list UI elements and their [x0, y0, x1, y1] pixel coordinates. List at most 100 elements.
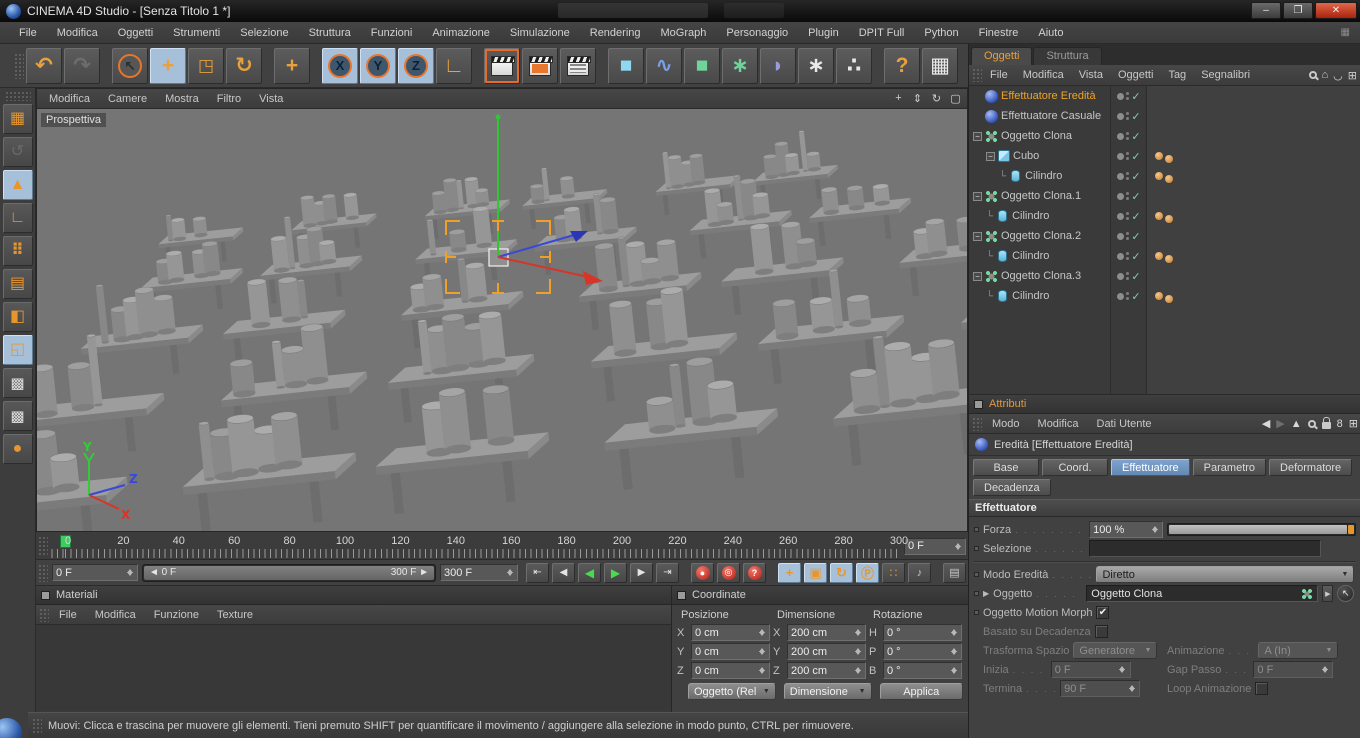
editor-visibility-dot-icon[interactable]: [1117, 292, 1125, 300]
attributes-menu-dati-utente[interactable]: Dati Utente: [1089, 416, 1160, 432]
start-stepper[interactable]: [1118, 664, 1127, 676]
render-visibility-dots-icon[interactable]: [1126, 152, 1130, 160]
pan-icon[interactable]: +: [891, 92, 906, 105]
viewport-menu-modifica[interactable]: Modifica: [41, 91, 98, 107]
enabled-checkmark-icon[interactable]: ✓: [1131, 110, 1140, 123]
materials-menu-file[interactable]: File: [51, 607, 85, 623]
attribute-tab-coord[interactable]: Coord.: [1042, 459, 1108, 476]
render-settings-button[interactable]: [522, 47, 558, 84]
enabled-checkmark-icon[interactable]: ✓: [1131, 170, 1140, 183]
position-stepper[interactable]: [757, 646, 766, 658]
menu-item-strumenti[interactable]: Strumenti: [164, 24, 229, 42]
visibility-toggles[interactable]: ✓: [1111, 90, 1147, 103]
attribute-tab-parametro[interactable]: Parametro: [1192, 459, 1267, 476]
tree-item-effettuatore-casuale[interactable]: Effettuatore Casuale: [969, 109, 1111, 123]
object-manager-grip[interactable]: [972, 68, 982, 82]
position-x-field[interactable]: 0 cm: [691, 624, 770, 641]
make-editable-button[interactable]: ▦: [2, 104, 33, 134]
attributes-grip[interactable]: [972, 416, 982, 431]
visibility-toggles[interactable]: ✓: [1111, 150, 1147, 163]
menu-item-personaggio[interactable]: Personaggio: [717, 24, 797, 42]
attribute-tab-decadenza[interactable]: Decadenza: [973, 479, 1051, 496]
enabled-checkmark-icon[interactable]: ✓: [1131, 150, 1140, 163]
phong-tag-icon[interactable]: [1165, 294, 1173, 303]
layer-filter-icon[interactable]: ◡: [1333, 69, 1343, 82]
key-scale-button[interactable]: ▣: [804, 562, 827, 583]
phong-tag-icon[interactable]: [1155, 292, 1163, 300]
render-view-button[interactable]: [484, 47, 520, 84]
menu-item-struttura[interactable]: Struttura: [300, 24, 360, 42]
editor-visibility-dot-icon[interactable]: [1117, 192, 1125, 200]
menu-item-animazione[interactable]: Animazione: [423, 24, 498, 42]
visibility-toggles[interactable]: ✓: [1111, 270, 1147, 283]
expander-icon[interactable]: −: [986, 151, 995, 161]
points-mode-button[interactable]: ⠿: [2, 236, 33, 266]
subdivision-surface-button[interactable]: ■: [684, 47, 720, 84]
magnet-tool-button[interactable]: ●: [2, 434, 33, 464]
close-button[interactable]: ✕: [1315, 2, 1357, 19]
attributes-menu-modifica[interactable]: Modifica: [1030, 416, 1087, 432]
ruler-frame-stepper[interactable]: [953, 540, 962, 552]
search-icon[interactable]: [1308, 71, 1317, 79]
step-gap-stepper[interactable]: [1320, 664, 1329, 676]
attributes-menu-modo[interactable]: Modo: [984, 416, 1028, 432]
object-picker-button[interactable]: ↖: [1337, 585, 1355, 602]
materials-menu-texture[interactable]: Texture: [209, 607, 261, 623]
expander-icon[interactable]: −: [973, 191, 982, 201]
loop-animation-checkbox[interactable]: [1255, 682, 1269, 695]
record-keyframe-button[interactable]: ●: [691, 562, 714, 583]
effector-section-header[interactable]: Effettuatore: [969, 499, 1360, 517]
sound-toggle-button[interactable]: ♪: [908, 562, 931, 583]
editor-visibility-dot-icon[interactable]: [1117, 212, 1125, 220]
size-z-field[interactable]: 200 cm: [787, 662, 866, 679]
render-visibility-dots-icon[interactable]: [1126, 232, 1130, 240]
particles-button[interactable]: ∴: [836, 47, 872, 84]
viewport-3d-scene[interactable]: Y Z X: [37, 109, 967, 531]
tree-item-oggetto-clona-1[interactable]: − Oggetto Clona.1: [969, 189, 1111, 203]
preview-range-bar[interactable]: ◄ 0 F 300 F ►: [144, 565, 434, 580]
attribute-tab-base[interactable]: Base: [973, 459, 1039, 476]
rotation-h-field[interactable]: 0 °: [883, 624, 962, 641]
render-visibility-dots-icon[interactable]: [1126, 172, 1130, 180]
tree-item-cubo[interactable]: − Cubo: [969, 150, 1111, 162]
visibility-toggles[interactable]: ✓: [1111, 110, 1147, 123]
menu-item-aiuto[interactable]: Aiuto: [1029, 24, 1072, 42]
undo-button[interactable]: ↶: [26, 47, 62, 84]
visibility-toggles[interactable]: ✓: [1111, 170, 1147, 183]
materials-list-area[interactable]: [36, 625, 671, 711]
apply-button[interactable]: Applica: [879, 683, 963, 700]
tree-item-oggetto-clona-2[interactable]: − Oggetto Clona.2: [969, 229, 1111, 243]
menu-item-selezione[interactable]: Selezione: [231, 24, 297, 42]
position-stepper[interactable]: [757, 627, 766, 639]
expander-icon[interactable]: −: [973, 131, 982, 141]
tree-item-cilindro[interactable]: └ Cilindro: [969, 250, 1111, 262]
enabled-checkmark-icon[interactable]: ✓: [1131, 270, 1140, 283]
render-visibility-dots-icon[interactable]: [1126, 92, 1130, 100]
orbit-icon[interactable]: ↻: [929, 92, 944, 105]
tab-struttura[interactable]: Struttura: [1033, 47, 1102, 65]
live-selection-button[interactable]: ↖: [112, 47, 148, 84]
position-z-field[interactable]: 0 cm: [691, 662, 770, 679]
object-manager-menu-vista[interactable]: Vista: [1072, 67, 1110, 83]
visibility-toggles[interactable]: ✓: [1111, 130, 1147, 143]
inheritance-mode-dropdown[interactable]: Diretto: [1096, 566, 1355, 583]
rotation-stepper[interactable]: [949, 665, 958, 677]
size-stepper[interactable]: [853, 627, 862, 639]
attribute-object-row[interactable]: Eredità [Effettuatore Eredità]: [969, 434, 1360, 456]
maximize-icon[interactable]: ▢: [948, 92, 963, 105]
viewport[interactable]: Modifica Camere Mostra Filtro Vista + ⇕ ↻ ▢ YZX …: [36, 88, 968, 532]
phong-tag-icon[interactable]: [1155, 172, 1163, 180]
ruler-frame-field[interactable]: 0 F: [904, 537, 966, 555]
enabled-checkmark-icon[interactable]: ✓: [1131, 190, 1140, 203]
viewport-menu-mostra[interactable]: Mostra: [157, 91, 207, 107]
step-gap-field[interactable]: 0 F: [1253, 661, 1334, 678]
add-cube-button[interactable]: ■: [608, 47, 644, 84]
current-frame-field[interactable]: 0 F: [52, 564, 138, 581]
visibility-toggles[interactable]: ✓: [1111, 230, 1147, 243]
track-bullet[interactable]: [974, 527, 979, 532]
editor-visibility-dot-icon[interactable]: [1117, 112, 1125, 120]
goto-end-button[interactable]: ⇥: [656, 562, 679, 583]
current-frame-stepper[interactable]: [125, 567, 134, 579]
menu-item-funzioni[interactable]: Funzioni: [362, 24, 422, 42]
lock-y-axis-button[interactable]: Y: [360, 47, 396, 84]
